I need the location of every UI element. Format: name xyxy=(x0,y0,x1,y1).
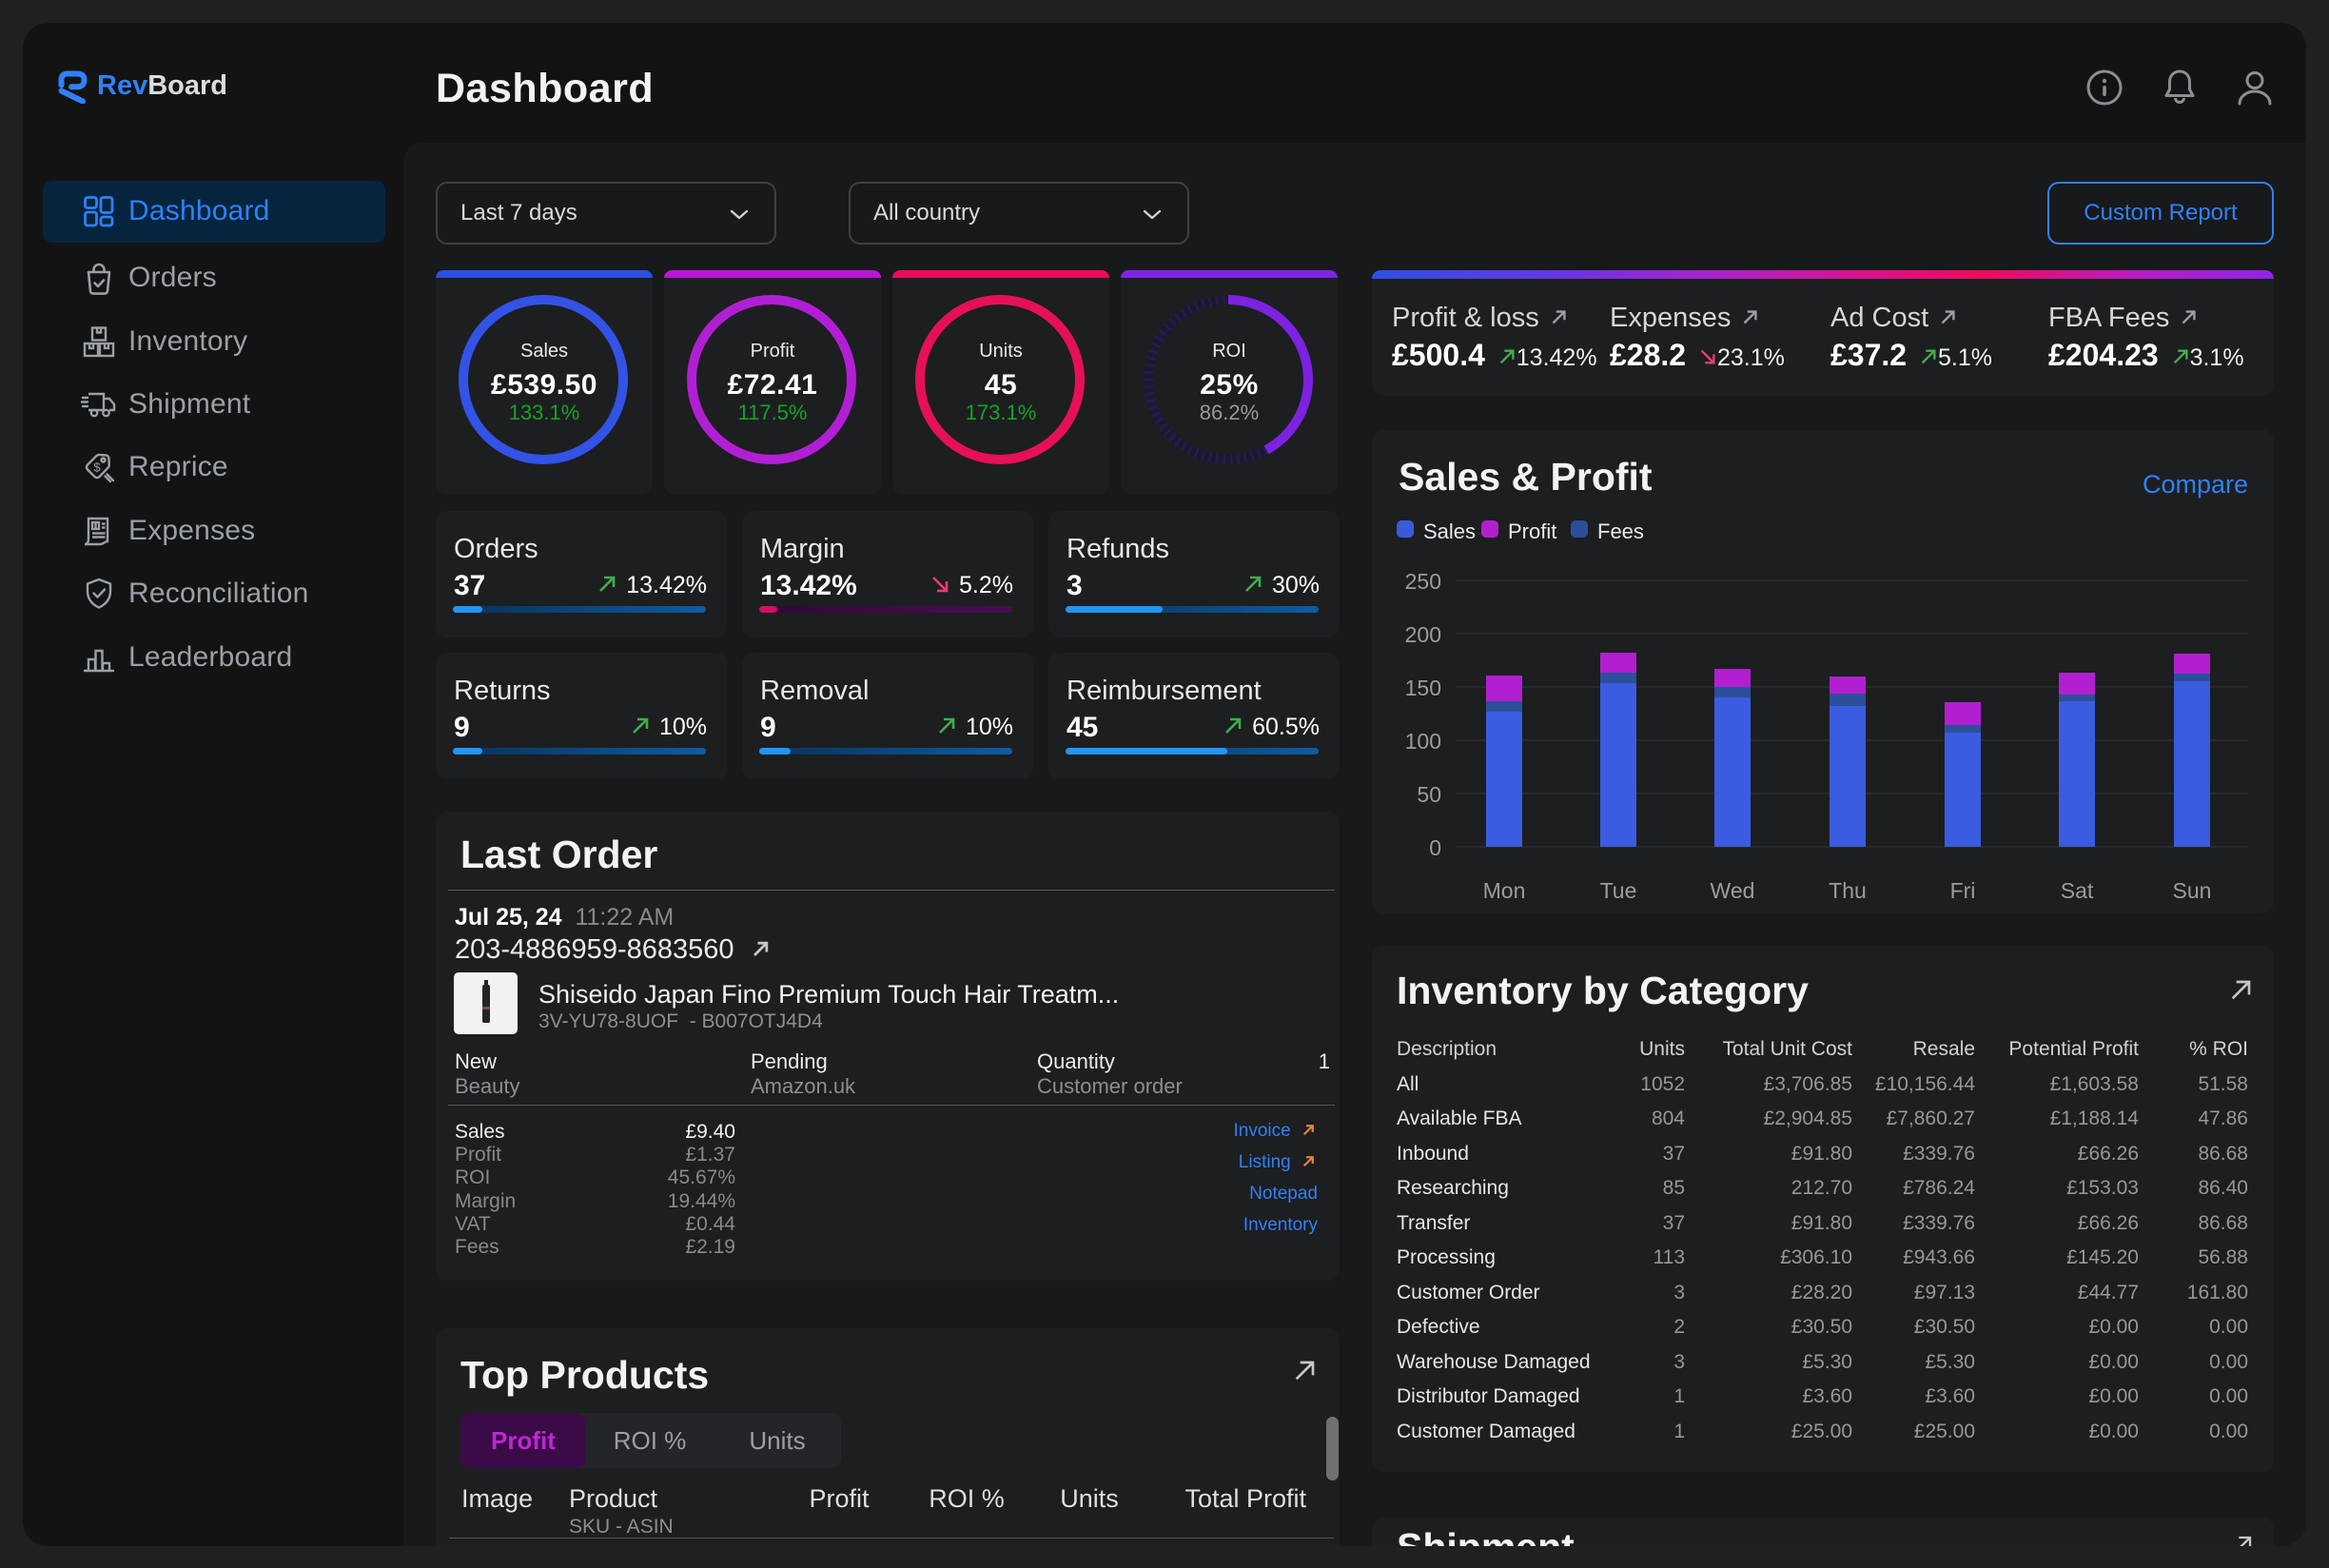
svg-text:$: $ xyxy=(93,461,101,475)
svg-text:Thu: Thu xyxy=(1829,878,1867,903)
svg-text:150: 150 xyxy=(1405,676,1441,700)
svg-text:0: 0 xyxy=(1429,835,1441,860)
svg-text:Tue: Tue xyxy=(1600,878,1637,903)
svg-text:Sun: Sun xyxy=(2173,878,2212,903)
svg-text:Sat: Sat xyxy=(2061,878,2094,903)
svg-text:Fri: Fri xyxy=(1950,878,1976,903)
svg-text:100: 100 xyxy=(1405,729,1441,754)
svg-text:200: 200 xyxy=(1405,622,1441,647)
svg-text:Mon: Mon xyxy=(1483,878,1526,903)
svg-text:50: 50 xyxy=(1417,782,1441,807)
svg-text:Wed: Wed xyxy=(1711,878,1755,903)
svg-text:250: 250 xyxy=(1405,569,1441,594)
